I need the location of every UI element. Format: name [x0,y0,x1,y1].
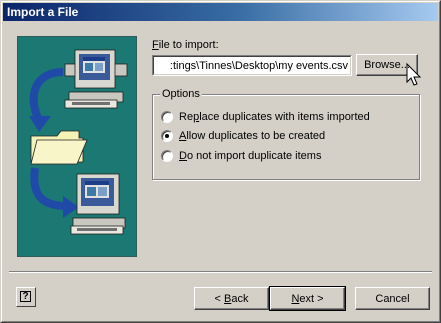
next-button-label: Next > [291,293,323,305]
help-icon: ? [20,291,31,302]
radio-replace-duplicates[interactable]: Replace duplicates with items imported [161,110,370,124]
label-part: o not import duplicate items [186,150,322,162]
next-text: ext > [299,292,324,305]
title-bar[interactable]: Import a File [3,3,438,21]
file-to-import-label: File to import: [152,39,219,51]
radio-label: Do not import duplicate items [179,150,321,162]
file-path-field[interactable] [152,55,352,76]
window-title: Import a File [7,5,79,19]
radio-label: Allow duplicates to be created [179,130,325,142]
cancel-button-label: Cancel [375,292,410,305]
label-mnemonic: D [179,150,187,162]
file-label-mnemonic: F [152,39,159,51]
computer-icon [70,173,126,235]
import-dialog-window: Import a File File to import::tings\Tin… [0,0,441,323]
radio-button[interactable] [161,111,173,123]
back-button-label: < Back [215,293,249,305]
label-part: lace duplicates with items imported [199,111,370,123]
file-label-text: ile to import: [158,39,219,51]
label-part: Re [179,111,194,123]
file-path-input[interactable] [154,57,350,74]
next-button[interactable]: Next > [269,286,346,311]
back-text: ack [231,292,249,305]
options-group-title: Options [160,88,202,100]
radio-label: Replace duplicates with items imported [179,111,370,123]
footer-separator [9,271,432,273]
radio-button-checked[interactable] [161,130,173,142]
cancel-button[interactable]: Cancel [355,287,430,310]
back-arrow: < [214,292,224,305]
import-illustration [17,36,137,257]
help-button[interactable]: ? [16,287,36,307]
radio-allow-duplicates[interactable]: Allow duplicates to be created [161,129,325,143]
folder-icon [30,130,88,165]
label-part: llow duplicates to be created [186,130,326,142]
file-path-field-inner [153,56,351,75]
radio-do-not-import-duplicates[interactable]: Do not import duplicate items [161,149,321,163]
back-button[interactable]: < Back [194,287,269,310]
radio-button[interactable] [161,150,173,162]
browse-button-label: Browse... [364,59,410,71]
